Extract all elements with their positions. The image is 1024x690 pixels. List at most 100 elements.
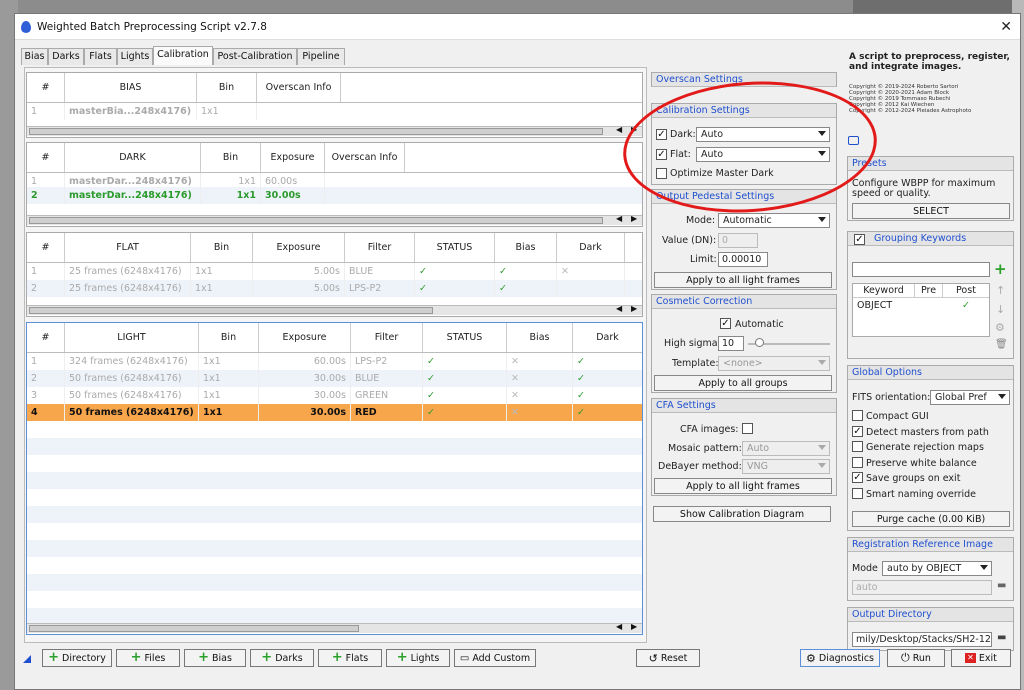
add-directory-button[interactable]: + Directory [42, 649, 112, 667]
show-calibration-diagram-button[interactable]: Show Calibration Diagram [653, 506, 831, 522]
scroll-right-icon[interactable]: ▶ [631, 214, 637, 223]
registration-field[interactable]: auto [852, 580, 992, 595]
bias-grid[interactable]: # BIAS Bin Overscan Info 1 masterBia...2… [26, 72, 643, 138]
add-bias-button[interactable]: + Bias [184, 649, 246, 667]
table-row[interactable]: 2 25 frames (6248x4176) 1x1 5.00s LPS-P2… [27, 280, 642, 297]
scroll-thumb[interactable] [29, 307, 433, 314]
chevron-down-icon [818, 360, 826, 365]
tab-darks[interactable]: Darks [48, 48, 84, 65]
global-option-checkbox[interactable] [852, 441, 863, 452]
slider-handle[interactable] [755, 338, 764, 347]
reset-button[interactable]: ↺ Reset [636, 649, 700, 667]
add-darks-button[interactable]: + Darks [250, 649, 314, 667]
table-row[interactable]: 3 50 frames (6248x4176) 1x1 30.00s GREEN… [27, 387, 642, 404]
debayer-method-combo[interactable]: VNG [742, 459, 830, 474]
apply-cfa-button[interactable]: Apply to all light frames [654, 478, 832, 494]
table-row-selected[interactable]: 4 50 frames (6248x4176) 1x1 30.00s RED ✓… [27, 404, 642, 421]
cross-icon: ✕ [511, 356, 519, 367]
scroll-left-icon[interactable]: ◀ [616, 622, 622, 631]
tab-pipeline[interactable]: Pipeline [297, 48, 345, 65]
tab-post-calibration[interactable]: Post-Calibration [213, 48, 297, 65]
scroll-left-icon[interactable]: ◀ [616, 304, 622, 313]
col-exposure: Exposure [261, 143, 325, 172]
grouping-keywords-title: Grouping Keywords [848, 232, 1013, 246]
table-row[interactable]: 1 25 frames (6248x4176) 1x1 5.00s BLUE ✓… [27, 263, 625, 280]
col-bin: Bin [191, 233, 253, 262]
mosaic-pattern-combo[interactable]: Auto [742, 441, 830, 456]
template-combo[interactable]: <none> [718, 356, 830, 371]
bias-hscrollbar[interactable]: ◀ ▶ [27, 125, 642, 136]
table-row[interactable]: 2 50 frames (6248x4176) 1x1 30.00s BLUE … [27, 370, 642, 387]
table-row[interactable]: 1 masterBia...248x4176) 1x1 [27, 103, 257, 120]
chevron-down-icon [818, 217, 826, 222]
col-filter: Filter [345, 233, 415, 262]
apply-pedestal-button[interactable]: Apply to all light frames [654, 272, 832, 288]
global-option-checkbox[interactable] [852, 456, 863, 468]
col-pre: Pre [915, 284, 943, 297]
add-flats-button[interactable]: + Flats [318, 649, 382, 667]
high-sigma-field[interactable]: 10 [718, 336, 744, 351]
add-files-button[interactable]: + Files [116, 649, 180, 667]
registration-reference-group: Registration Reference Image Mode auto b… [847, 537, 1014, 601]
resize-corner-icon[interactable] [23, 655, 31, 663]
presets-title: Presets [848, 157, 1013, 171]
dark-grid[interactable]: # DARK Bin Exposure Overscan Info 1 mast… [26, 142, 643, 227]
light-hscrollbar[interactable]: ◀ ▶ [27, 622, 642, 633]
keyword-table[interactable]: Keyword Pre Post OBJECT ✓ [852, 283, 990, 337]
scroll-right-icon[interactable]: ▶ [631, 622, 637, 631]
scroll-thumb[interactable] [29, 625, 359, 632]
scroll-thumb[interactable] [29, 128, 603, 135]
scroll-right-icon[interactable]: ▶ [631, 304, 637, 313]
fits-orientation-combo[interactable]: Global Pref [930, 390, 1010, 405]
keyword-input[interactable] [852, 262, 990, 277]
global-option-checkbox[interactable]: ✓ [852, 472, 863, 483]
table-row[interactable]: 1 324 frames (6248x4176) 1x1 60.00s LPS-… [27, 353, 642, 370]
global-option-label: Generate rejection maps [866, 442, 984, 453]
gear-icon[interactable]: ⚙ [995, 321, 1005, 334]
global-option-checkbox[interactable]: ✓ [852, 425, 863, 437]
col-dark: DARK [65, 143, 201, 172]
grouping-keywords-checkbox[interactable]: ✓ [854, 234, 865, 245]
exit-button[interactable]: ✕ Exit [951, 649, 1011, 667]
arrow-down-icon[interactable]: ↓ [996, 303, 1005, 316]
trash-icon[interactable]: 🗑 [995, 339, 1008, 350]
tab-calibration[interactable]: Calibration [153, 46, 213, 65]
tab-flats[interactable]: Flats [84, 48, 117, 65]
run-button[interactable]: ⏻ Run [887, 649, 945, 667]
close-icon[interactable]: ✕ [1000, 19, 1012, 35]
registration-mode-combo[interactable]: auto by OBJECT [882, 561, 992, 576]
scroll-left-icon[interactable]: ◀ [616, 125, 622, 134]
cross-icon: ✕ [561, 266, 569, 277]
global-option-checkbox[interactable] [852, 410, 863, 421]
add-lights-button[interactable]: + Lights [386, 649, 450, 667]
pedestal-mode-combo[interactable]: Automatic [718, 213, 830, 228]
dark-hscrollbar[interactable]: ◀ ▶ [27, 214, 642, 225]
bottom-toolbar: + Directory + Files + Bias + Darks + Flats + L… [15, 649, 1020, 671]
tab-bias[interactable]: Bias [21, 48, 48, 65]
check-icon: ✓ [427, 356, 435, 367]
scroll-thumb[interactable] [29, 217, 603, 224]
global-option-label: Compact GUI [866, 411, 929, 422]
pedestal-value-field[interactable]: 0 [718, 233, 758, 248]
light-grid[interactable]: # LIGHT Bin Exposure Filter STATUS Bias … [26, 322, 643, 635]
flat-hscrollbar[interactable]: ◀ ▶ [27, 304, 642, 315]
output-directory-field[interactable]: mily/Desktop/Stacks/SH2-126 [852, 632, 992, 647]
add-keyword-icon[interactable]: + [994, 260, 1007, 278]
cfa-images-checkbox[interactable] [742, 423, 753, 434]
apply-cosmetic-button[interactable]: Apply to all groups [654, 375, 832, 391]
global-option-checkbox[interactable] [852, 487, 863, 499]
folder-icon[interactable]: ▬ [997, 632, 1006, 643]
scroll-left-icon[interactable]: ◀ [616, 214, 622, 223]
purge-cache-button[interactable]: Purge cache (0.00 KiB) [852, 511, 1010, 527]
folder-icon[interactable]: ▬ [997, 580, 1006, 591]
flat-grid[interactable]: # FLAT Bin Exposure Filter STATUS Bias D… [26, 232, 643, 317]
table-row[interactable]: 2 masterDar...248x4176) 1x1 30.00s [27, 187, 642, 204]
cosmetic-automatic-checkbox[interactable]: ✓ [720, 318, 731, 329]
diagnostics-button[interactable]: ⚙ Diagnostics [800, 649, 880, 667]
table-row[interactable]: OBJECT ✓ [853, 300, 989, 314]
arrow-up-icon[interactable]: ↑ [996, 284, 1005, 297]
tab-lights[interactable]: Lights [117, 48, 153, 65]
presets-select-button[interactable]: SELECT [852, 203, 1010, 219]
add-custom-button[interactable]: ▭ Add Custom [454, 649, 536, 667]
pedestal-limit-field[interactable]: 0.00010 [718, 252, 768, 267]
